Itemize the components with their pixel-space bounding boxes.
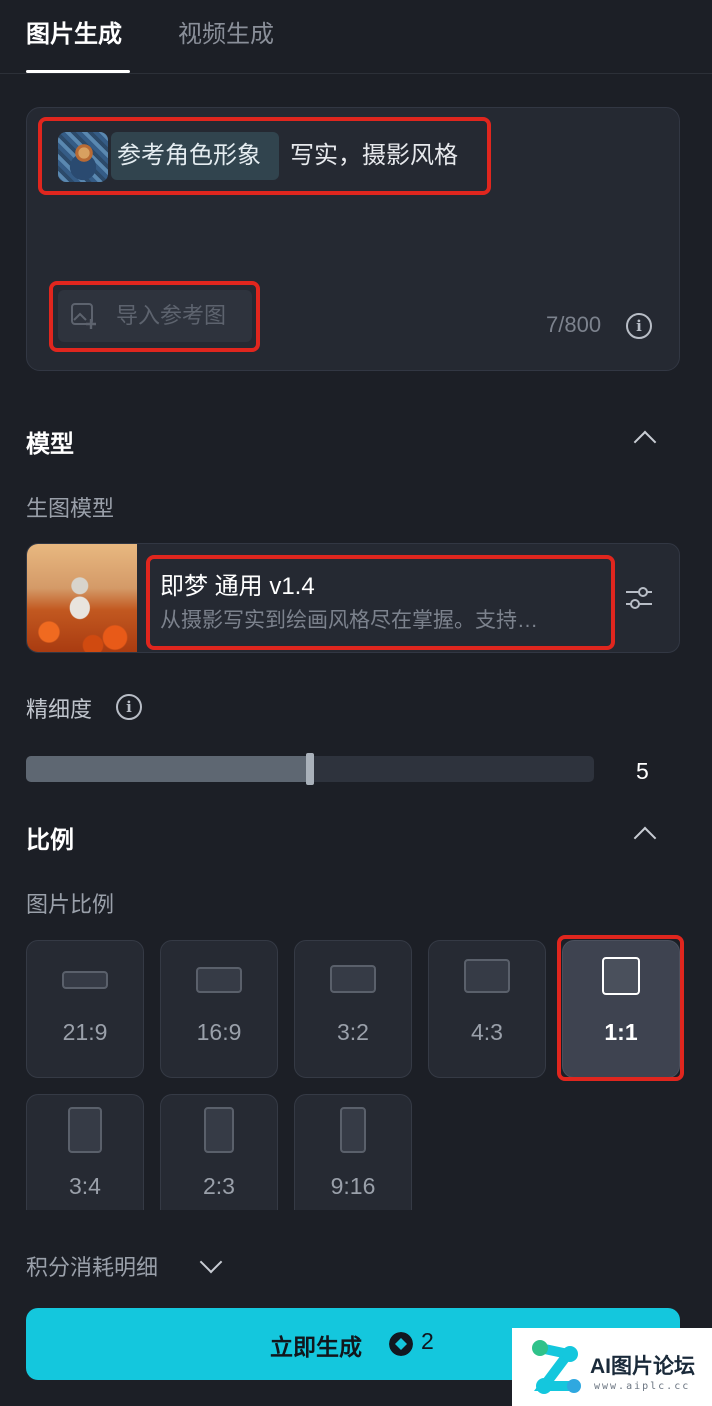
ratio-option-2-3[interactable]: 2:3 <box>160 1094 278 1210</box>
detail-info-icon[interactable]: i <box>116 694 142 720</box>
ratio-label: 2:3 <box>203 1173 235 1199</box>
active-tab-indicator <box>26 70 130 73</box>
ratio-label: 3:4 <box>69 1173 101 1199</box>
chevron-down-icon[interactable] <box>199 1250 223 1274</box>
ratio-subtitle: 图片比例 <box>26 892 115 917</box>
detail-value: 5 <box>636 758 649 784</box>
settings-sliders-icon[interactable] <box>624 584 654 612</box>
character-count: 7/800 <box>546 312 602 337</box>
ratio-label: 3:2 <box>337 1019 369 1045</box>
highlight-box-ratio <box>557 935 684 1081</box>
ratio-label: 9:16 <box>330 1173 376 1199</box>
generate-cost: 2 <box>421 1328 434 1354</box>
model-thumbnail <box>27 544 137 652</box>
model-subtitle: 生图模型 <box>26 496 115 521</box>
ratio-option-21-9[interactable]: 21:9 <box>26 940 144 1078</box>
highlight-box-import <box>49 281 260 352</box>
credit-detail-toggle[interactable]: 积分消耗明细 <box>26 1250 158 1282</box>
ratio-shape-icon <box>62 971 108 989</box>
model-section-title: 模型 <box>26 431 74 458</box>
ratio-option-16-9[interactable]: 16:9 <box>160 940 278 1078</box>
detail-slider-fill <box>26 756 310 782</box>
highlight-box-prompt <box>38 117 491 195</box>
detail-label: 精细度 <box>26 697 93 722</box>
chevron-up-icon[interactable] <box>633 826 657 850</box>
detail-slider[interactable] <box>26 753 594 785</box>
ratio-option-4-3[interactable]: 4:3 <box>428 940 546 1078</box>
chevron-up-icon[interactable] <box>633 430 657 454</box>
tab-image-generation[interactable]: 图片生成 <box>26 14 122 49</box>
ratio-shape-icon <box>204 1107 234 1153</box>
detail-slider-handle[interactable] <box>306 753 314 785</box>
ratio-shape-icon <box>330 965 376 993</box>
watermark-name: AI图片论坛 <box>590 1355 695 1378</box>
watermark-logo <box>532 1340 581 1394</box>
ratio-shape-icon <box>340 1107 366 1153</box>
ratio-option-9-16[interactable]: 9:16 <box>294 1094 412 1210</box>
info-icon[interactable]: i <box>626 313 652 339</box>
tab-video-generation[interactable]: 视频生成 <box>178 14 274 49</box>
highlight-box-model <box>146 555 615 650</box>
ratio-option-3-4[interactable]: 3:4 <box>26 1094 144 1210</box>
ratio-section-title: 比例 <box>26 827 74 854</box>
credit-icon <box>389 1332 413 1356</box>
watermark-url: www.aiplc.cc <box>594 1381 691 1392</box>
top-tabs: 图片生成 视频生成 <box>0 0 712 74</box>
ratio-label: 4:3 <box>471 1019 503 1045</box>
ratio-shape-icon <box>464 959 510 993</box>
ratio-shape-icon <box>196 967 242 993</box>
generate-label: 立即生成 <box>270 1334 362 1360</box>
ratio-label: 16:9 <box>196 1019 242 1045</box>
ratio-option-3-2[interactable]: 3:2 <box>294 940 412 1078</box>
ratio-label: 21:9 <box>62 1019 108 1045</box>
ratio-shape-icon <box>68 1107 102 1153</box>
